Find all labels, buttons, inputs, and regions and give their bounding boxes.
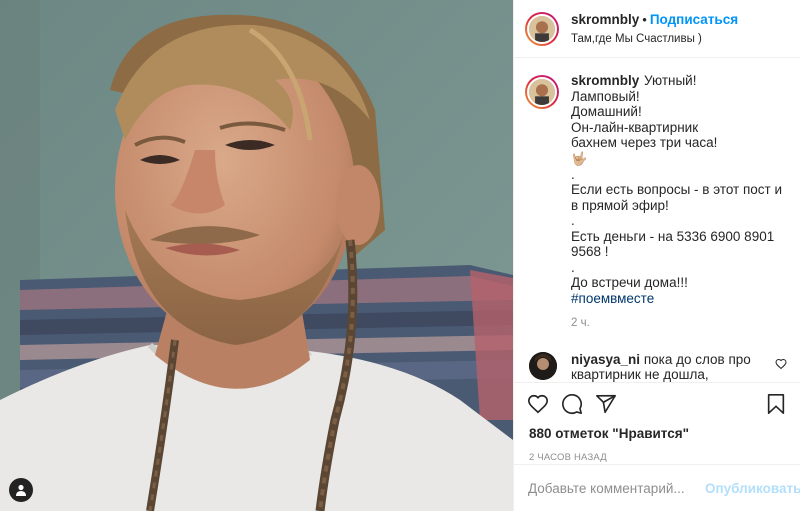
caption-avatar-photo	[529, 79, 555, 105]
separator-dot: •	[642, 11, 647, 27]
hashtag-link[interactable]: #поемвместе	[571, 291, 785, 307]
author-avatar-image	[527, 13, 557, 44]
user-tag-button[interactable]	[9, 478, 33, 502]
share-button[interactable]	[589, 387, 623, 421]
likes-count[interactable]: 880 отметок "Нравится"	[514, 425, 800, 443]
comment-button[interactable]	[555, 387, 589, 421]
save-button[interactable]	[759, 387, 793, 421]
heart-small-icon[interactable]	[775, 358, 787, 370]
commenter-username[interactable]: niyasya_ni	[571, 352, 640, 367]
bookmark-icon	[767, 394, 785, 414]
caption-lines-part2: . Если есть вопросы - в этот пост и в пр…	[571, 166, 783, 291]
commenter-avatar-photo	[529, 352, 557, 380]
caption-username[interactable]: skromnbly	[571, 73, 639, 88]
rock-hand-emoji: 🤟🏼	[571, 150, 588, 166]
comment-icon	[562, 394, 583, 415]
post-photo[interactable]	[0, 0, 513, 511]
header-text: skromnbly • Подписаться Там,где Мы Счастли…	[571, 11, 738, 47]
caption-author-avatar[interactable]	[525, 75, 559, 109]
share-icon	[596, 394, 616, 414]
heart-icon	[528, 394, 548, 414]
caption-time: 2 ч.	[571, 317, 590, 329]
post-date[interactable]: 2 ЧАСОВ НАЗАД	[514, 452, 800, 463]
add-comment-bar: Опубликовать	[514, 464, 800, 511]
instagram-post: skromnbly • Подписаться Там,где Мы Счастли…	[0, 0, 800, 511]
caption-text: skromnbly Уютный! Ламповый! Домашний! Он…	[571, 73, 785, 151]
author-avatar-photo	[529, 15, 555, 42]
user-tag-icon	[16, 484, 26, 496]
caption-body: skromnbly Уютный! Ламповый! Домашний! Он…	[571, 73, 785, 329]
author-avatar[interactable]	[525, 11, 559, 46]
caption: skromnbly Уютный! Ламповый! Домашний! Он…	[525, 73, 790, 329]
post-side-panel: skromnbly • Подписаться Там,где Мы Счастли…	[513, 0, 800, 511]
comment-item: niyasya_ni пока до слов про квартирник н…	[525, 352, 790, 382]
location-link[interactable]: Там,где Мы Счастливы )	[571, 31, 738, 47]
commenter-avatar[interactable]	[529, 352, 557, 380]
header-top-line: skromnbly • Подписаться	[571, 11, 738, 28]
publish-button[interactable]: Опубликовать	[705, 481, 800, 496]
author-username[interactable]: skromnbly	[571, 12, 639, 27]
comments-area[interactable]: skromnbly Уютный! Ламповый! Домашний! Он…	[514, 59, 800, 382]
post-header: skromnbly • Подписаться Там,где Мы Счастли…	[514, 0, 800, 58]
selfie-image	[0, 0, 513, 511]
caption-avatar-image	[527, 77, 557, 107]
follow-button[interactable]: Подписаться	[650, 12, 738, 27]
comment-text: niyasya_ni пока до слов про квартирник н…	[571, 352, 763, 382]
like-button[interactable]	[521, 387, 555, 421]
action-icons	[514, 383, 800, 425]
comment-input[interactable]	[528, 480, 705, 496]
